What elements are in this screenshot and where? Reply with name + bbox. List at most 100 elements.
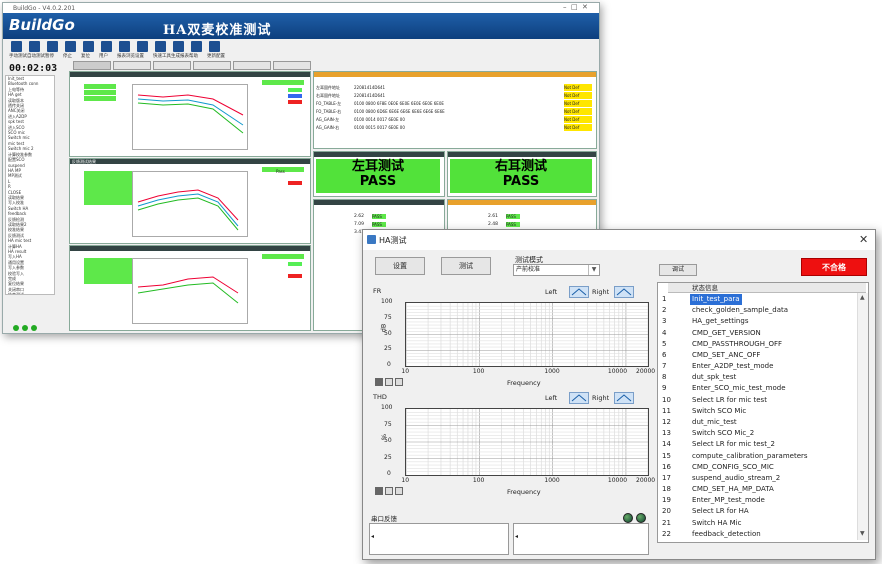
status-list-item[interactable]: 11 Switch SCO Mic: [658, 406, 856, 417]
status-list-item[interactable]: 12 dut_mic_test: [658, 417, 856, 428]
bg-tab-6[interactable]: [273, 61, 311, 70]
bg-toolbar-label: 报表浏览: [117, 54, 135, 59]
fr-zoom-icon[interactable]: [385, 378, 393, 386]
bg-info-result: Not Def: [564, 92, 592, 99]
bg-mini-plot-1: [132, 84, 248, 150]
status-list-item[interactable]: 4 CMD_GET_VERSION: [658, 328, 856, 339]
status-item-index: 10: [662, 395, 671, 404]
debug-button[interactable]: 调试: [659, 264, 697, 276]
bg-toolbar-button[interactable]: [191, 41, 202, 52]
bg-info-result: Not Def: [564, 124, 592, 131]
scroll-up-icon[interactable]: ▲: [860, 294, 865, 301]
thd-legend-left-swatch[interactable]: [569, 392, 589, 404]
thd-legend-left: Left: [545, 394, 558, 402]
status-item-index: 5: [662, 339, 667, 348]
bg-toolbar-button[interactable]: [137, 41, 148, 52]
chevron-down-icon[interactable]: ▼: [588, 265, 599, 275]
close-icon[interactable]: ✕: [859, 233, 868, 246]
scroll-down-icon[interactable]: ▼: [860, 530, 865, 537]
bg-toolbar-button[interactable]: [101, 41, 112, 52]
fr-pan-icon[interactable]: [395, 378, 403, 386]
bg-toolbar-button[interactable]: [11, 41, 22, 52]
bg-tab-2[interactable]: [113, 61, 151, 70]
bg-toolbar-button[interactable]: [47, 41, 58, 52]
bg-window-controls[interactable]: – □ ✕: [563, 3, 588, 11]
thd-ytick: 25: [384, 453, 392, 461]
test-mode-value: 产前校准: [516, 266, 541, 273]
setup-button[interactable]: 设置: [375, 257, 425, 275]
bg-info-value: 0100 0014 0017 6E0E 00: [354, 117, 405, 122]
status-item-label: HA_get_settings: [692, 317, 749, 326]
status-list-item[interactable]: 19 Enter_MP_test_mode: [658, 495, 856, 506]
status-list-item[interactable]: 1 Init_test_para: [658, 294, 856, 305]
status-list-item[interactable]: 17 suspend_audio_stream_2: [658, 473, 856, 484]
status-list-item[interactable]: 22 feedback_detection: [658, 529, 856, 540]
bg-toolbar-button[interactable]: [29, 41, 40, 52]
bg-toolbar-button[interactable]: [155, 41, 166, 52]
status-scrollbar[interactable]: ▲ ▼: [857, 293, 868, 540]
status-item-label: check_golden_sample_data: [692, 306, 789, 315]
thd-pan-icon[interactable]: [395, 487, 403, 495]
fr-legend-right: Right: [592, 288, 610, 296]
bg-toolbar-button[interactable]: [209, 41, 220, 52]
bg-tab-1[interactable]: [73, 61, 111, 70]
status-list-item[interactable]: 15 compute_calibration_parameters: [658, 451, 856, 462]
status-list-item[interactable]: 16 CMD_CONFIG_SCO_MIC: [658, 462, 856, 473]
status-info-list[interactable]: 状态信息 1 Init_test_para 2 check_golden_sample…: [657, 282, 869, 543]
status-list-item[interactable]: 10 Select LR for mic test: [658, 395, 856, 406]
serial-tx-scroll-icon[interactable]: ◂: [515, 533, 518, 540]
status-info-header: 状态信息: [668, 283, 866, 293]
status-list-item[interactable]: 20 Select LR for HA: [658, 506, 856, 517]
bg-header: BuildGo HA双麦校准测试: [3, 13, 599, 39]
status-list-item[interactable]: 7 Enter_A2DP_test_mode: [658, 361, 856, 372]
bg-tab-5[interactable]: [233, 61, 271, 70]
bg-info-row: 左耳固件地址 22081414D641 Not Def: [314, 84, 594, 91]
bg-toolbar-button[interactable]: [173, 41, 184, 52]
bg-info-key: AG_GAIN-右: [316, 125, 340, 130]
status-list-item[interactable]: 14 Select LR for mic test_2: [658, 439, 856, 450]
bg-color-swatch: [288, 181, 302, 185]
thd-legend-right-swatch[interactable]: [614, 392, 634, 404]
status-item-index: 22: [662, 529, 671, 538]
thd-crosshair-icon[interactable]: [375, 487, 383, 495]
bg-toolbar-button[interactable]: [83, 41, 94, 52]
fr-legend-right-swatch[interactable]: [614, 286, 634, 298]
fr-legend-left-swatch[interactable]: [569, 286, 589, 298]
bg-tab-4[interactable]: [193, 61, 231, 70]
status-list-item[interactable]: 3 HA_get_settings: [658, 316, 856, 327]
serial-rx-box[interactable]: ◂: [369, 523, 509, 555]
bg-left-result-panel: 左耳测试 PASS: [313, 151, 445, 197]
fr-plot-area[interactable]: [405, 302, 649, 367]
status-list-item[interactable]: 8 dut_spk_test: [658, 372, 856, 383]
bg-tab-3[interactable]: [153, 61, 191, 70]
bg-toolbar-button[interactable]: [119, 41, 130, 52]
test-mode-select[interactable]: 产前校准 ▼: [513, 264, 600, 276]
status-item-index: 16: [662, 462, 671, 471]
bg-info-panel: 左耳固件地址 22081414D641 Not Def 右耳固件地址 22081414D…: [313, 71, 597, 149]
test-button[interactable]: 测试: [441, 257, 491, 275]
status-list-item[interactable]: 13 Switch SCO Mic_2: [658, 428, 856, 439]
bg-sidebar-item[interactable]: 结束测试: [6, 292, 54, 294]
status-list-item[interactable]: 5 CMD_PASSTHROUGH_OFF: [658, 339, 856, 350]
thd-zoom-icon[interactable]: [385, 487, 393, 495]
bg-toolbar-button[interactable]: [65, 41, 76, 52]
thd-plot-area[interactable]: [405, 408, 649, 476]
status-list-item[interactable]: 6 CMD_SET_ANC_OFF: [658, 350, 856, 361]
status-list-item[interactable]: 21 Switch HA Mic: [658, 518, 856, 529]
thd-xtick: 10: [401, 477, 410, 484]
bg-test-step-list[interactable]: Init_test Bluetooth conn 上电等待 HA get 读取版本 透传关…: [5, 75, 55, 295]
status-list-item[interactable]: 9 Enter_SCO_mic_test_mode: [658, 383, 856, 394]
serial-rx-scroll-icon[interactable]: ◂: [371, 533, 374, 540]
bg-panel-fb-title: 反馈测试结果: [70, 159, 310, 164]
bg-right-result-panel: 右耳测试 PASS: [447, 151, 597, 197]
bg-color-swatch: [288, 94, 302, 98]
fr-crosshair-icon[interactable]: [375, 378, 383, 386]
fail-status-badge: 不合格: [801, 258, 867, 276]
fr-ytick: 75: [384, 313, 392, 321]
thd-plot-title: THD: [373, 393, 387, 401]
fr-xtick: 10: [401, 368, 410, 375]
serial-tx-box[interactable]: ◂: [513, 523, 649, 555]
status-list-item[interactable]: 18 CMD_SET_HA_MP_DATA: [658, 484, 856, 495]
bg-color-swatch: [288, 100, 302, 104]
status-list-item[interactable]: 2 check_golden_sample_data: [658, 305, 856, 316]
